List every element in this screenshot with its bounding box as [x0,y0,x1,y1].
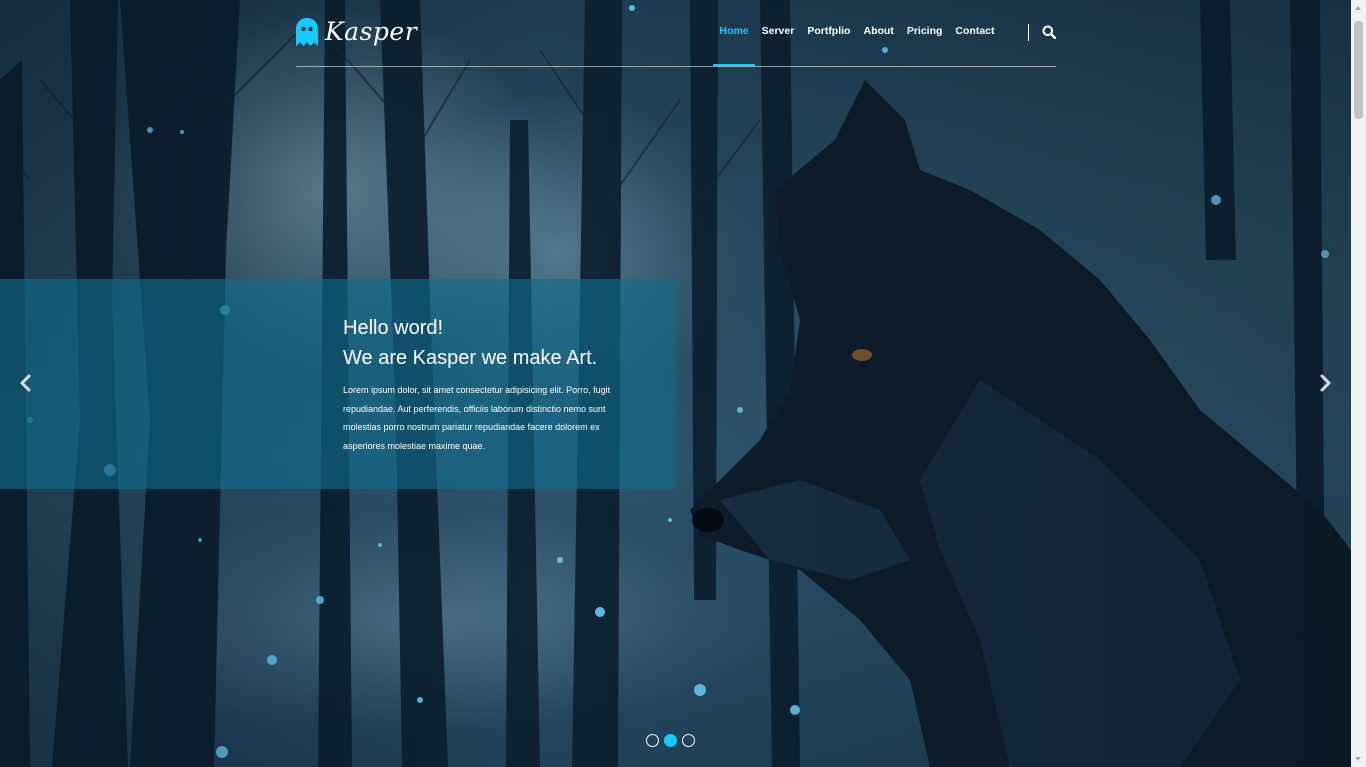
main-nav: Home Server Portfplio About Pricing Cont… [712,25,1001,66]
chevron-left-icon[interactable] [18,373,32,393]
slider-dot-2[interactable] [664,734,677,747]
hero-title-line2: We are Kasper we make Art. [343,347,598,369]
scroll-thumb[interactable] [1354,21,1363,119]
nav-item-portfolio[interactable]: Portfplio [801,25,857,65]
nav-item-about[interactable]: About [857,25,900,65]
scroll-down-arrow-icon[interactable] [1355,757,1361,761]
nav-item-home[interactable]: Home [712,25,756,66]
chevron-right-icon[interactable] [1319,373,1333,393]
search-icon[interactable] [1042,25,1056,39]
slider-dots [646,734,695,747]
slider-dot-1[interactable] [646,734,659,747]
page-scrollbar[interactable] [1351,0,1366,767]
nav-divider [1028,24,1029,41]
scroll-up-arrow-icon[interactable] [1355,6,1361,10]
nav-item-server[interactable]: Server [755,25,801,65]
logo[interactable]: Kasper [296,17,417,46]
slider-dot-3[interactable] [682,734,695,747]
site-header: Kasper Home Server Portfplio About Prici… [296,0,1056,67]
hero-title: Hello word! We are Kasper we make Art. [343,313,597,373]
hero-title-line1: Hello word! [343,317,444,339]
nav-item-pricing[interactable]: Pricing [900,25,949,65]
ghost-icon [296,17,318,46]
page: Kasper Home Server Portfplio About Prici… [0,0,1366,767]
nav-item-contact[interactable]: Contact [949,25,1001,65]
hero-description: Lorem ipsum dolor, sit amet consectetur … [343,385,611,452]
logo-text: Kasper [325,17,418,46]
